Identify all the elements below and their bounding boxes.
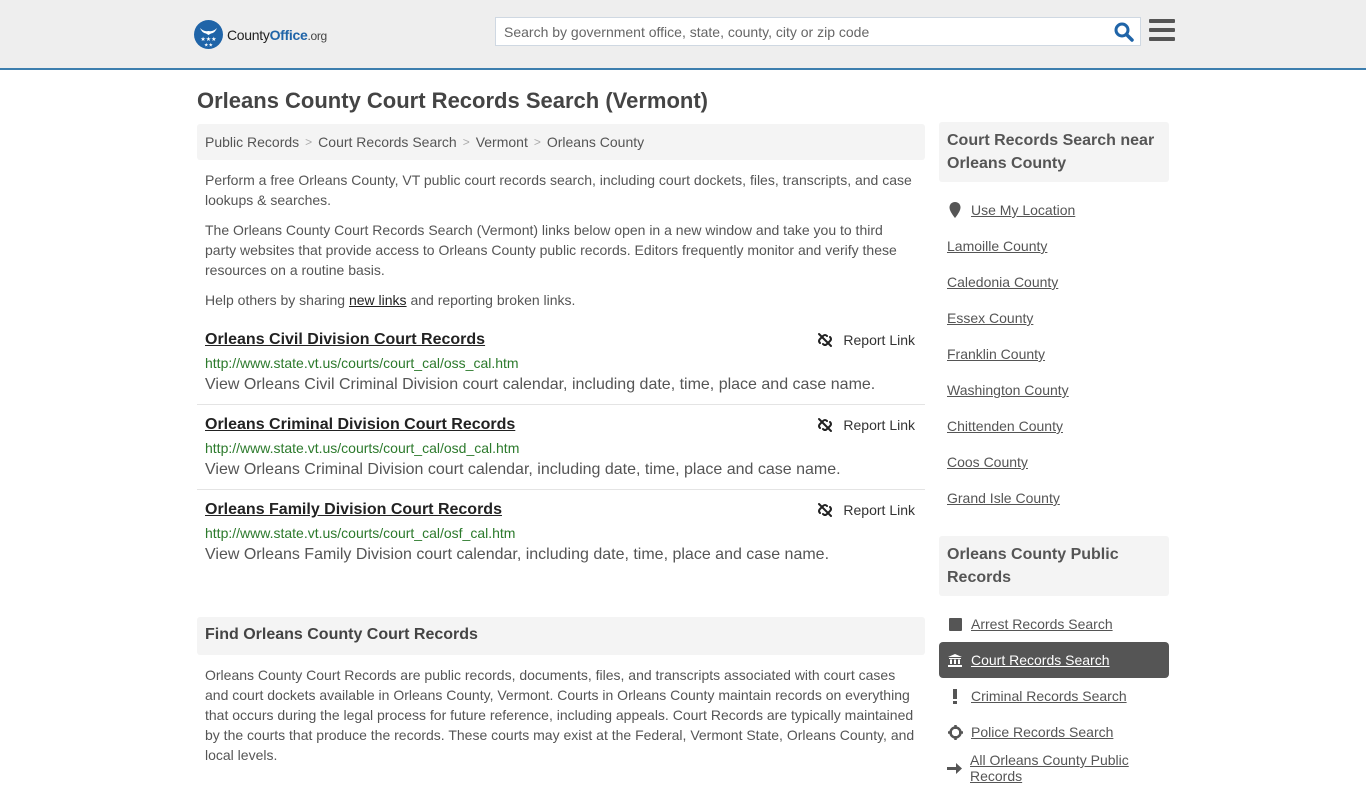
report-link-button[interactable]: Report Link (817, 332, 915, 348)
site-logo[interactable]: ★★★ ★★ CountyOffice.org (194, 20, 327, 49)
nearby-county-link[interactable]: Chittenden County (947, 418, 1063, 434)
nearby-county-item[interactable]: Essex County (939, 300, 1169, 336)
crosshair-icon (947, 724, 963, 740)
find-section-heading: Find Orleans County Court Records (197, 617, 925, 655)
nearby-heading: Court Records Search near Orleans County (939, 122, 1169, 182)
use-my-location-item[interactable]: Use My Location (939, 192, 1169, 228)
breadcrumb-court-records-search[interactable]: Court Records Search (318, 134, 457, 150)
record-item: Orleans Criminal Division Court Records … (197, 405, 925, 490)
nearby-county-link[interactable]: Franklin County (947, 346, 1045, 362)
nearby-county-item[interactable]: Lamoille County (939, 228, 1169, 264)
breadcrumb: Public Records > Court Records Search > … (197, 124, 925, 160)
nearby-county-link[interactable]: Lamoille County (947, 238, 1047, 254)
breadcrumb-separator: > (533, 135, 541, 149)
main-content: Public Records > Court Records Search > … (197, 124, 925, 765)
breadcrumb-orleans-county[interactable]: Orleans County (547, 134, 644, 150)
breadcrumb-vermont[interactable]: Vermont (476, 134, 528, 150)
intro-text: Perform a free Orleans County, VT public… (197, 170, 925, 310)
record-title-link[interactable]: Orleans Civil Division Court Records (205, 330, 485, 350)
broken-link-icon (818, 503, 833, 517)
report-link-label: Report Link (843, 502, 915, 518)
site-search (495, 17, 1141, 46)
breadcrumb-separator: > (462, 135, 470, 149)
breadcrumb-public-records[interactable]: Public Records (205, 134, 299, 150)
hamburger-menu-button[interactable] (1149, 19, 1175, 41)
record-url: http://www.state.vt.us/courts/court_cal/… (205, 355, 519, 371)
record-title-link[interactable]: Orleans Family Division Court Records (205, 500, 502, 520)
nearby-county-item[interactable]: Caledonia County (939, 264, 1169, 300)
sidebar-link[interactable]: Police Records Search (971, 724, 1113, 740)
search-button[interactable] (1114, 22, 1134, 42)
svg-text:★★: ★★ (204, 43, 213, 49)
logo-text: CountyOffice.org (227, 26, 327, 43)
broken-link-icon (818, 418, 833, 432)
record-url: http://www.state.vt.us/courts/court_cal/… (205, 440, 520, 456)
nearby-county-link[interactable]: Coos County (947, 454, 1028, 470)
intro-paragraph-2: The Orleans County Court Records Search … (205, 222, 897, 278)
hamburger-menu-icon-bar (1149, 19, 1175, 23)
hamburger-menu-icon-bar (1149, 37, 1175, 41)
sidebar: Court Records Search near Orleans County… (939, 122, 1169, 786)
nearby-county-item[interactable]: Coos County (939, 444, 1169, 480)
nearby-county-link[interactable]: Washington County (947, 382, 1069, 398)
record-item: Orleans Civil Division Court Records Rep… (197, 320, 925, 405)
record-description: View Orleans Criminal Division court cal… (205, 461, 841, 478)
nearby-county-item[interactable]: Grand Isle County (939, 480, 1169, 516)
square-icon (947, 617, 963, 631)
nearby-county-item[interactable]: Franklin County (939, 336, 1169, 372)
record-title-link[interactable]: Orleans Criminal Division Court Records (205, 415, 515, 435)
sidebar-item-criminal-records[interactable]: Criminal Records Search (939, 678, 1169, 714)
top-header: ★★★ ★★ CountyOffice.org (0, 0, 1366, 70)
sidebar-item-all-public-records[interactable]: All Orleans County Public Records (939, 750, 1169, 786)
sidebar-link[interactable]: All Orleans County Public Records (970, 752, 1169, 784)
exclamation-icon (947, 688, 963, 704)
sidebar-item-police-records[interactable]: Police Records Search (939, 714, 1169, 750)
report-link-button[interactable]: Report Link (817, 502, 915, 518)
public-records-list: Arrest Records Search Court Records Sear… (939, 606, 1169, 786)
nearby-list: Use My Location Lamoille County Caledoni… (939, 192, 1169, 516)
find-section-body: Orleans County Court Records are public … (205, 667, 915, 763)
sidebar-item-arrest-records[interactable]: Arrest Records Search (939, 606, 1169, 642)
record-description: View Orleans Civil Criminal Division cou… (205, 376, 876, 393)
report-link-label: Report Link (843, 332, 915, 348)
sidebar-link[interactable]: Criminal Records Search (971, 688, 1127, 704)
nearby-county-link[interactable]: Essex County (947, 310, 1033, 326)
nearby-county-link[interactable]: Grand Isle County (947, 490, 1060, 506)
record-description: View Orleans Family Division court calen… (205, 546, 830, 563)
report-link-button[interactable]: Report Link (817, 417, 915, 433)
sidebar-link[interactable]: Court Records Search (971, 652, 1110, 668)
arrow-right-icon (947, 762, 962, 775)
use-my-location-link[interactable]: Use My Location (971, 202, 1075, 218)
report-link-label: Report Link (843, 417, 915, 433)
record-url: http://www.state.vt.us/courts/court_cal/… (205, 525, 516, 541)
map-marker-icon (947, 202, 963, 218)
nearby-county-link[interactable]: Caledonia County (947, 274, 1058, 290)
breadcrumb-separator: > (305, 135, 313, 149)
broken-link-icon (818, 333, 833, 347)
hamburger-menu-icon-bar (1149, 28, 1175, 32)
new-links-link[interactable]: new links (349, 292, 407, 308)
search-icon (1114, 22, 1134, 42)
sidebar-item-court-records[interactable]: Court Records Search (939, 642, 1169, 678)
record-item: Orleans Family Division Court Records Re… (197, 490, 925, 574)
eagle-stars-logo-icon: ★★★ ★★ (194, 20, 223, 49)
page-title: Orleans County Court Records Search (Ver… (197, 88, 708, 113)
search-input[interactable] (496, 18, 1106, 45)
public-records-heading: Orleans County Public Records (939, 536, 1169, 596)
courthouse-icon (947, 653, 963, 667)
intro-paragraph-1: Perform a free Orleans County, VT public… (205, 172, 912, 208)
sidebar-link[interactable]: Arrest Records Search (971, 616, 1113, 632)
nearby-county-item[interactable]: Chittenden County (939, 408, 1169, 444)
nearby-county-item[interactable]: Washington County (939, 372, 1169, 408)
intro-paragraph-3: Help others by sharing new links and rep… (205, 292, 576, 308)
